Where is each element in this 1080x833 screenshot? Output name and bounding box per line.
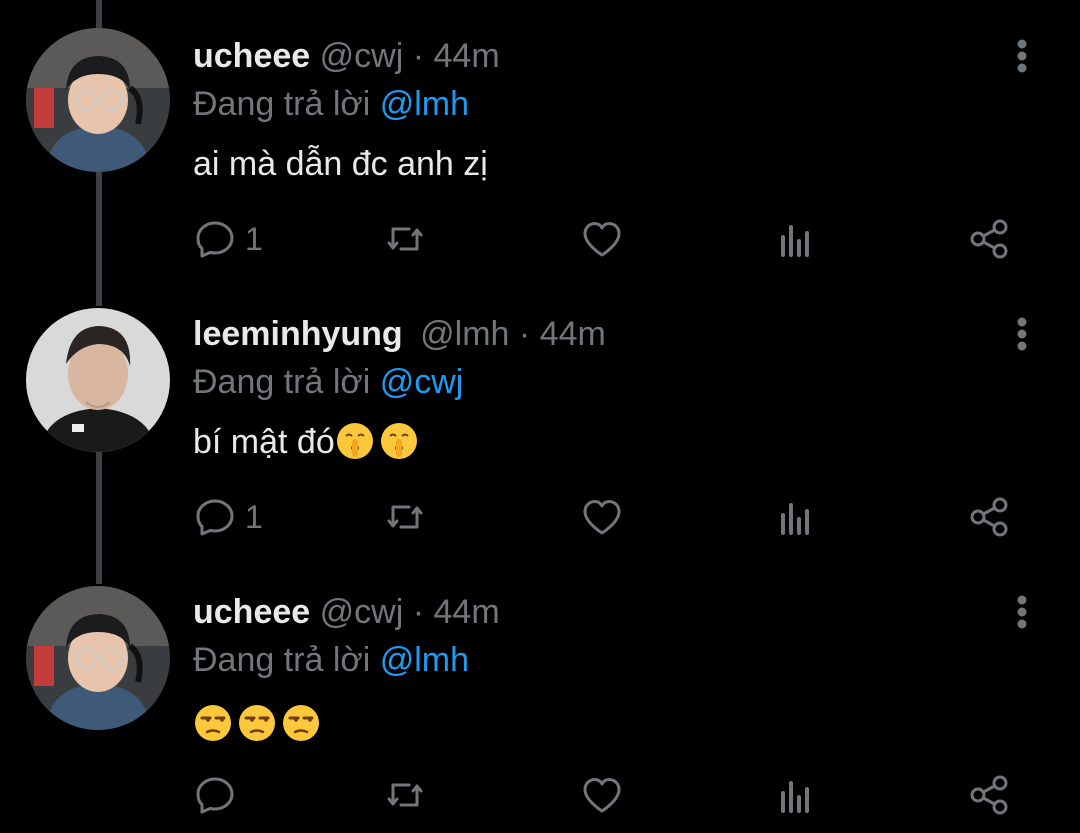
- tweet[interactable]: leeminhyung @lmh · 44m Đang trả lời @cwj…: [0, 278, 1080, 555]
- separator: ·: [412, 593, 425, 631]
- action-bar: [193, 770, 1023, 820]
- more-vertical-icon[interactable]: [1010, 594, 1034, 630]
- separator: ·: [518, 315, 531, 353]
- timestamp[interactable]: 44m: [434, 593, 500, 631]
- share-button[interactable]: [968, 492, 1012, 542]
- share-button[interactable]: [968, 770, 1012, 820]
- unamused-face-icon: [237, 703, 277, 743]
- action-bar: 1: [193, 214, 1023, 264]
- reply-count: 1: [245, 220, 263, 257]
- separator: ·: [412, 37, 425, 75]
- mention-link[interactable]: @lmh: [380, 641, 469, 679]
- replying-to: Đang trả lời @lmh: [193, 636, 469, 684]
- views-icon: [781, 503, 809, 535]
- views-icon: [781, 781, 809, 813]
- replying-to-label: Đang trả lời: [193, 641, 371, 679]
- avatar[interactable]: [26, 28, 170, 172]
- reply-button[interactable]: 1: [193, 492, 263, 542]
- like-button[interactable]: [580, 492, 624, 542]
- like-button[interactable]: [580, 770, 624, 820]
- retweet-icon: [387, 227, 423, 251]
- avatar[interactable]: [26, 586, 170, 730]
- reply-button[interactable]: 1: [193, 214, 263, 264]
- tweet[interactable]: ucheee @cwj · 44m Đang trả lời @lmh: [0, 556, 1080, 833]
- tweet-header: ucheee @cwj · 44m: [193, 32, 500, 80]
- unamused-face-icon: [281, 703, 321, 743]
- replying-to: Đang trả lời @cwj: [193, 358, 463, 406]
- views-icon: [781, 225, 809, 257]
- shushing-face-icon: [335, 421, 375, 461]
- shushing-face-icon: [379, 421, 419, 461]
- more-vertical-icon[interactable]: [1010, 38, 1034, 74]
- timestamp[interactable]: 44m: [540, 315, 606, 353]
- tweet-text: bí mật đó: [193, 416, 423, 468]
- share-icon: [970, 775, 1008, 815]
- tweet-header: ucheee @cwj · 44m: [193, 588, 500, 636]
- retweet-button[interactable]: [383, 770, 427, 820]
- heart-icon: [583, 778, 621, 813]
- retweet-button[interactable]: [383, 492, 427, 542]
- mention-link[interactable]: @lmh: [380, 85, 469, 123]
- views-button[interactable]: [775, 214, 819, 264]
- heart-icon: [583, 222, 621, 257]
- handle[interactable]: @cwj: [320, 37, 404, 75]
- share-icon: [970, 219, 1008, 259]
- action-bar: 1: [193, 492, 1023, 542]
- mention-link[interactable]: @cwj: [380, 363, 464, 401]
- more-vertical-icon[interactable]: [1010, 316, 1034, 352]
- reply-button[interactable]: [193, 770, 245, 820]
- display-name[interactable]: ucheee: [193, 37, 310, 75]
- unamused-face-icon: [193, 703, 233, 743]
- replying-to-label: Đang trả lời: [193, 363, 371, 401]
- user-photo-icon: [26, 586, 170, 730]
- heart-icon: [583, 500, 621, 535]
- user-photo-icon: [26, 308, 170, 452]
- avatar[interactable]: [26, 308, 170, 452]
- share-icon: [970, 497, 1008, 537]
- tweet-header: leeminhyung @lmh · 44m: [193, 310, 606, 358]
- tweet-text-content: bí mật đó: [193, 423, 335, 461]
- reply-icon: [196, 777, 234, 814]
- tweet-text: ai mà dẫn đc anh zị: [193, 138, 488, 190]
- views-button[interactable]: [775, 492, 819, 542]
- tweet[interactable]: ucheee @cwj · 44m Đang trả lời @lmh ai m…: [0, 0, 1080, 277]
- reply-count: 1: [245, 498, 263, 535]
- reply-icon: [196, 499, 234, 536]
- retweet-icon: [387, 783, 423, 807]
- handle[interactable]: @lmh: [420, 315, 509, 353]
- timestamp[interactable]: 44m: [434, 37, 500, 75]
- tweet-text-content: ai mà dẫn đc anh zị: [193, 145, 488, 183]
- like-button[interactable]: [580, 214, 624, 264]
- user-photo-icon: [26, 28, 170, 172]
- views-button[interactable]: [775, 770, 819, 820]
- share-button[interactable]: [968, 214, 1012, 264]
- replying-to: Đang trả lời @lmh: [193, 80, 469, 128]
- display-name[interactable]: ucheee: [193, 593, 310, 631]
- handle[interactable]: @cwj: [320, 593, 404, 631]
- reply-icon: [196, 221, 234, 258]
- retweet-icon: [387, 505, 423, 529]
- replying-to-label: Đang trả lời: [193, 85, 371, 123]
- display-name[interactable]: leeminhyung: [193, 315, 403, 353]
- retweet-button[interactable]: [383, 214, 427, 264]
- tweet-text: [193, 698, 325, 750]
